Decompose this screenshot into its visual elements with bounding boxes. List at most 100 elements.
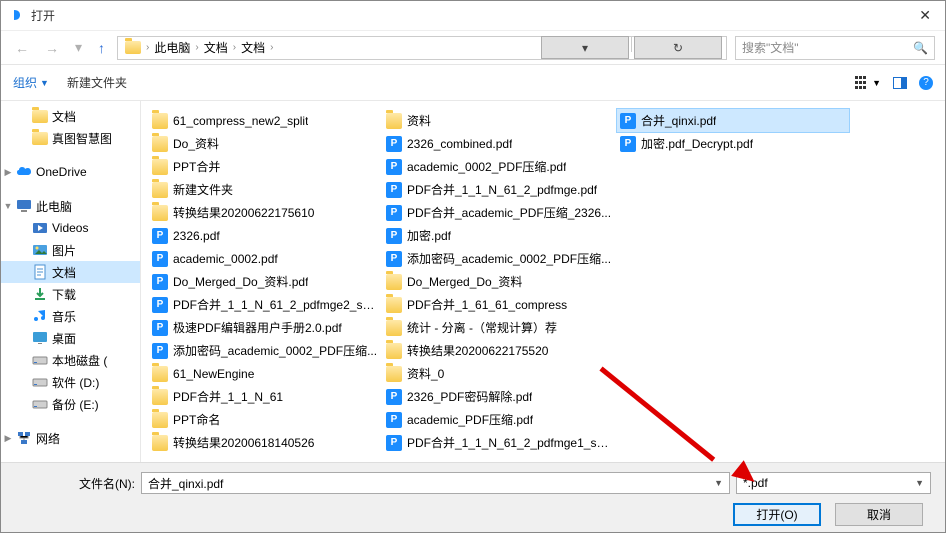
view-mode-button[interactable]: ▼	[855, 76, 881, 90]
help-icon[interactable]: ?	[919, 76, 933, 90]
expand-icon[interactable]: ▶	[1, 167, 15, 178]
file-item[interactable]: P 极速PDF编辑器用户手册2.0.pdf	[149, 316, 381, 339]
file-item[interactable]: PPDF合并_1_1_N_61_2_pdfmge1_sp...	[383, 431, 615, 454]
file-item[interactable]: 资料	[383, 109, 615, 132]
file-item[interactable]: PDF合并_1_61_61_compress	[383, 293, 615, 316]
recent-dropdown[interactable]: ▾	[71, 37, 86, 58]
filename-input[interactable]: 合并_qinxi.pdf ▼	[141, 472, 730, 494]
file-item[interactable]: Pacademic_0002.pdf	[149, 247, 381, 270]
file-name: academic_0002_PDF压缩.pdf	[407, 158, 566, 175]
file-name: PDF合并_1_1_N_61_2_pdfmge.pdf	[407, 181, 597, 198]
file-item[interactable]: PPT命名	[149, 408, 381, 431]
back-button[interactable]: ←	[11, 38, 33, 58]
nav-tree[interactable]: 文档真图智慧图▶OneDrive▼此电脑Videos图片文档下载音乐桌面本地磁盘…	[1, 101, 141, 463]
breadcrumb-this-pc[interactable]: 此电脑	[151, 39, 193, 56]
open-button[interactable]: 打开(O)	[733, 503, 821, 526]
file-item[interactable]: PPDF合并_1_1_N_61_2_pdfmge.pdf	[383, 178, 615, 201]
file-item[interactable]: P加密.pdf	[383, 224, 615, 247]
tree-node[interactable]: ▶网络	[1, 427, 140, 449]
downloads-icon	[31, 286, 49, 302]
tree-node[interactable]: 文档	[1, 105, 140, 127]
file-name: PPT命名	[173, 411, 220, 428]
tree-label: 下载	[52, 286, 76, 303]
file-item[interactable]: 统计 - 分离 -（常规计算）荐	[383, 316, 615, 339]
expand-icon[interactable]: ▼	[1, 201, 15, 211]
tree-label: Videos	[52, 221, 88, 235]
tree-node[interactable]: 本地磁盘 (	[1, 349, 140, 371]
file-item[interactable]: 资料_0	[383, 362, 615, 385]
file-name: academic_PDF压缩.pdf	[407, 411, 533, 428]
pdf-icon: P	[620, 136, 636, 152]
file-item[interactable]: P 加密.pdf_Decrypt.pdf	[617, 132, 849, 155]
tree-node[interactable]: 下载	[1, 283, 140, 305]
file-name: 资料_0	[407, 365, 444, 382]
file-item[interactable]: 61_compress_new2_split	[149, 109, 381, 132]
folder-icon	[386, 297, 402, 313]
tree-node[interactable]: 文档	[1, 261, 140, 283]
cancel-button[interactable]: 取消	[835, 503, 923, 526]
file-item[interactable]: Pacademic_PDF压缩.pdf	[383, 408, 615, 431]
file-item[interactable]: 新建文件夹	[149, 178, 381, 201]
folder-icon	[31, 108, 49, 124]
pdf-icon: P	[386, 251, 402, 267]
file-name: 极速PDF编辑器用户手册2.0.pdf	[173, 319, 342, 336]
tree-node[interactable]: ▶ OneDrive	[1, 161, 140, 183]
new-folder-button[interactable]: 新建文件夹	[67, 74, 127, 91]
file-item[interactable]: 61_NewEngine	[149, 362, 381, 385]
close-icon[interactable]: ✕	[913, 5, 937, 26]
filetype-dropdown[interactable]: *.pdf ▼	[736, 472, 931, 494]
search-icon: 🔍	[913, 41, 928, 55]
tree-label: 此电脑	[36, 198, 72, 215]
file-item[interactable]: PDF合并_1_1_N_61	[149, 385, 381, 408]
file-item[interactable]: 转换结果20200622175520	[383, 339, 615, 362]
file-item[interactable]: P添加密码_academic_0002_PDF压缩...	[383, 247, 615, 270]
file-item[interactable]: P2326_PDF密码解除.pdf	[383, 385, 615, 408]
file-name: 转换结果20200618140526	[173, 434, 314, 451]
tree-node[interactable]: 软件 (D:)	[1, 371, 140, 393]
tree-node[interactable]: 音乐	[1, 305, 140, 327]
up-button[interactable]: ↑	[94, 38, 109, 58]
tree-label: 备份 (E:)	[52, 396, 99, 413]
videos-icon	[31, 220, 49, 236]
file-item[interactable]: PDo_Merged_Do_资料.pdf	[149, 270, 381, 293]
folder-icon	[152, 136, 168, 152]
file-item[interactable]: P2326.pdf	[149, 224, 381, 247]
tree-node[interactable]: ▼ 此电脑	[1, 195, 140, 217]
pdf-icon: P	[152, 320, 168, 336]
tree-node[interactable]: 真图智慧图	[1, 127, 140, 149]
file-item[interactable]: PPDF合并_1_1_N_61_2_pdfmge2_sp...	[149, 293, 381, 316]
file-item[interactable]: Do_Merged_Do_资料	[383, 270, 615, 293]
music-icon	[31, 308, 49, 324]
file-name: 加密.pdf_Decrypt.pdf	[641, 135, 753, 152]
search-input[interactable]: 搜索"文档" 🔍	[735, 36, 935, 60]
tree-node[interactable]: 备份 (E:)	[1, 393, 140, 415]
chevron-right-icon: ›	[233, 42, 236, 53]
titlebar: 打开 ✕	[1, 1, 945, 31]
filename-value: 合并_qinxi.pdf	[148, 475, 223, 492]
tree-label: OneDrive	[36, 165, 87, 179]
tree-node[interactable]: 图片	[1, 239, 140, 261]
file-item[interactable]: P添加密码_academic_0002_PDF压缩...	[149, 339, 381, 362]
breadcrumb-docs2[interactable]: 文档	[238, 39, 268, 56]
file-item[interactable]: P2326_combined.pdf	[383, 132, 615, 155]
file-item[interactable]: Pacademic_0002_PDF压缩.pdf	[383, 155, 615, 178]
organize-button[interactable]: 组织 ▼	[13, 74, 49, 91]
dropdown-icon[interactable]: ▼	[915, 478, 924, 488]
file-item[interactable]: 转换结果20200618140526	[149, 431, 381, 454]
path-dropdown[interactable]: ▾	[541, 36, 629, 59]
breadcrumb[interactable]: › 此电脑 › 文档 › 文档 › ▾↻	[117, 36, 727, 60]
tree-node[interactable]: 桌面	[1, 327, 140, 349]
refresh-button[interactable]: ↻	[634, 36, 722, 59]
file-name: 统计 - 分离 -（常规计算）荐	[407, 319, 557, 336]
file-item[interactable]: PPDF合并_academic_PDF压缩_2326...	[383, 201, 615, 224]
expand-icon[interactable]: ▶	[1, 433, 15, 444]
file-item[interactable]: Do_资料	[149, 132, 381, 155]
dropdown-icon[interactable]: ▼	[714, 478, 723, 488]
preview-pane-toggle[interactable]	[893, 77, 907, 89]
file-item[interactable]: 转换结果20200622175610	[149, 201, 381, 224]
file-item[interactable]: PPT合并	[149, 155, 381, 178]
breadcrumb-docs1[interactable]: 文档	[201, 39, 231, 56]
tree-node[interactable]: Videos	[1, 217, 140, 239]
file-item[interactable]: P合并_qinxi.pdf	[617, 109, 849, 132]
file-list[interactable]: 61_compress_new2_splitDo_资料PPT合并新建文件夹转换结…	[141, 101, 945, 463]
